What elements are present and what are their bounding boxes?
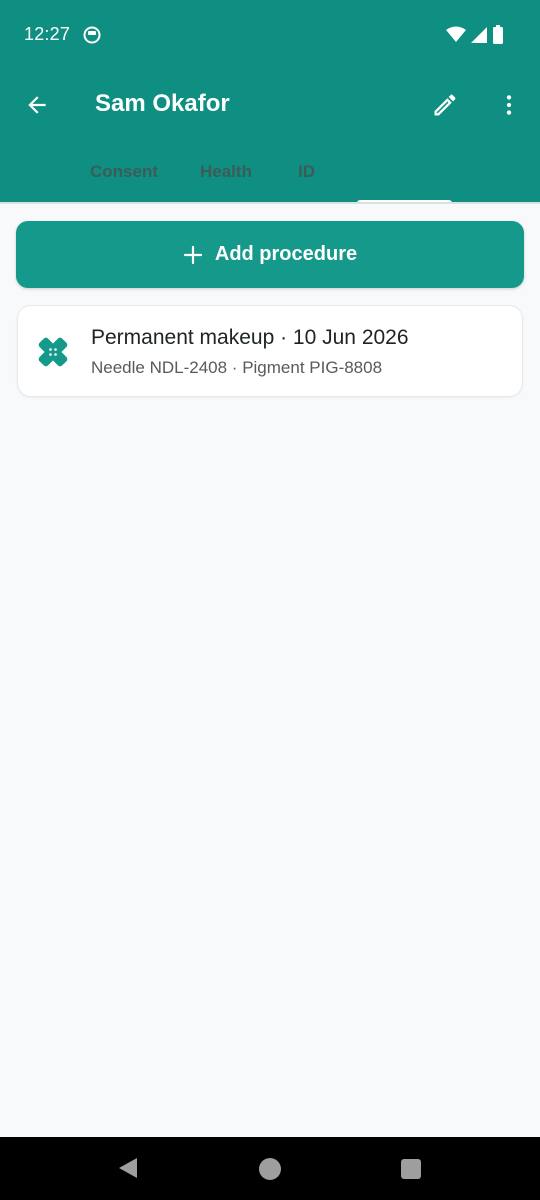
edit-button[interactable] — [430, 90, 460, 120]
tab-consent[interactable]: Consent — [90, 162, 158, 182]
tab-health[interactable]: Health — [200, 162, 252, 182]
nav-back-icon[interactable] — [117, 1156, 139, 1180]
nav-recents-icon[interactable] — [401, 1159, 421, 1179]
system-nav-bar — [0, 1137, 540, 1200]
status-bar: 12:27 — [0, 0, 540, 68]
arrow-back-icon — [28, 96, 46, 114]
battery-icon — [493, 25, 503, 44]
procedure-subtitle: Needle NDL-2408 · Pigment PIG-8808 — [91, 358, 383, 377]
pencil-icon — [434, 94, 456, 116]
procedure-title: Permanent makeup · 10 Jun 2026 — [91, 326, 409, 349]
procedure-card[interactable]: Permanent makeup · 10 Jun 2026 Needle ND… — [17, 305, 523, 397]
nav-home-icon[interactable] — [259, 1158, 281, 1180]
bandage-icon — [38, 337, 68, 367]
add-procedure-button[interactable]: Add procedure — [16, 221, 524, 288]
add-procedure-label: Add procedure — [214, 243, 358, 265]
back-button[interactable] — [22, 90, 52, 120]
signal-icon — [471, 27, 487, 43]
tab-bar: Consent Health ID — [0, 156, 540, 204]
wifi-icon — [446, 26, 466, 42]
tab-id[interactable]: ID — [298, 162, 315, 182]
plus-icon — [183, 245, 202, 264]
status-icons — [446, 25, 504, 45]
app-bar: Sam Okafor Consent Health ID — [0, 68, 540, 204]
more-options-button[interactable] — [494, 90, 524, 120]
screen: 12:27 Sam Okafor Consent Health ID Add p… — [0, 0, 540, 1200]
app-notification-icon — [83, 26, 101, 44]
divider — [0, 202, 540, 204]
more-vert-icon — [506, 95, 512, 115]
status-time: 12:27 — [24, 24, 71, 44]
page-title: Sam Okafor — [95, 90, 230, 117]
